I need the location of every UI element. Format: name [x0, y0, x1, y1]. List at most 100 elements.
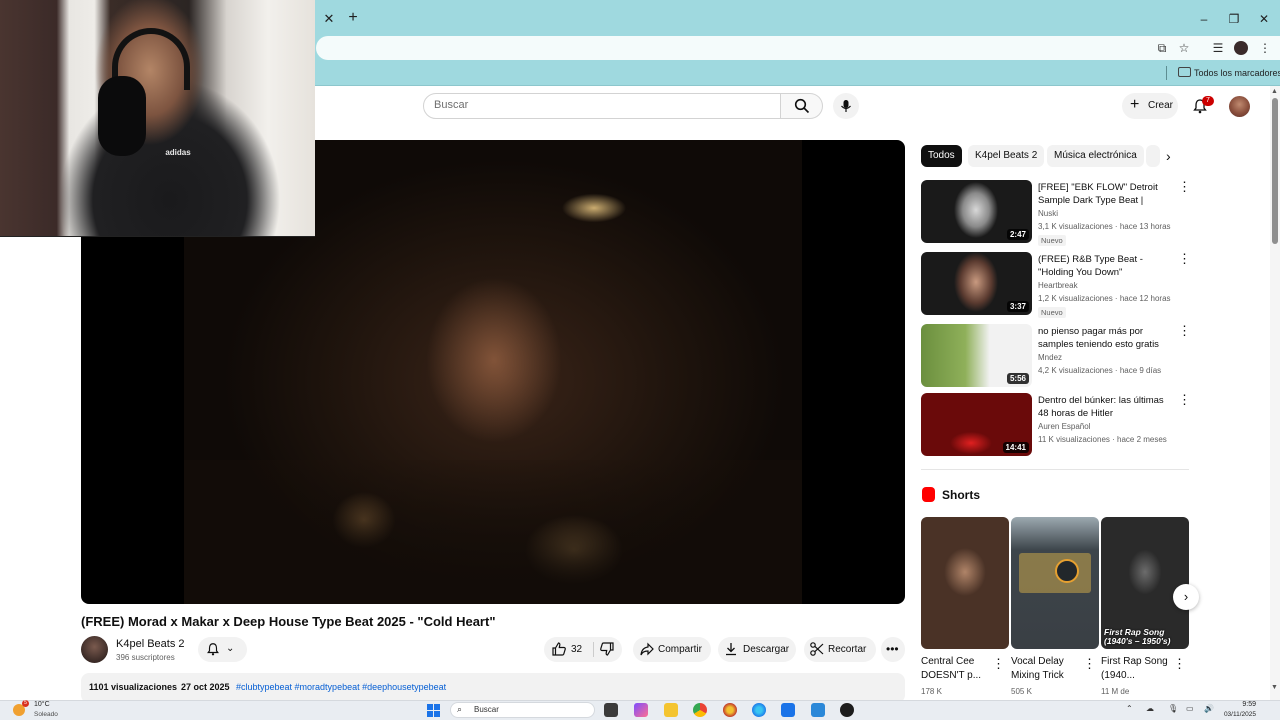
weather-temperature[interactable]: 10°C	[34, 701, 50, 708]
clock-date[interactable]: 03/11/2025	[1216, 711, 1256, 718]
duration-badge: 3:37	[1006, 301, 1029, 312]
recommendation-title[interactable]: [FREE] "EBK FLOW" Detroit Sample Dark Ty…	[1038, 181, 1174, 207]
copilot-icon[interactable]	[634, 703, 648, 717]
outlook-icon[interactable]	[811, 703, 825, 717]
screen: ✕ + – ❐ ✕ ⧉ ☆ ☰ ⋮ Todos los marcadores B…	[0, 0, 1280, 720]
notifications-count-badge: 7	[1202, 96, 1214, 106]
recommendation-item[interactable]: 14:41 Dentro del búnker: las últimas 48 …	[921, 393, 1191, 457]
like-thumb-up-icon[interactable]	[551, 641, 567, 657]
install-app-icon[interactable]: ⧉	[1154, 40, 1170, 56]
app-icon[interactable]	[723, 703, 737, 717]
chip-todos[interactable]: Todos	[921, 145, 962, 167]
voice-search-button[interactable]	[833, 93, 859, 119]
video-thumbnail[interactable]: 14:41	[921, 393, 1032, 456]
bookmark-star-icon[interactable]: ☆	[1176, 40, 1192, 56]
microphone-icon[interactable]: 🎙	[1168, 704, 1178, 713]
webcam-overlay: adidas	[0, 0, 315, 237]
chip-channel[interactable]: K4pel Beats 2	[968, 145, 1045, 167]
chrome-icon[interactable]	[693, 703, 707, 717]
create-label: Crear	[1148, 100, 1174, 111]
shirt-logo: adidas	[165, 148, 191, 157]
new-tab-button[interactable]: +	[345, 10, 361, 26]
subscription-notifications-button[interactable]: ⌄	[198, 637, 247, 662]
channel-subscriber-count: 396 suscriptores	[116, 653, 175, 662]
more-vertical-icon[interactable]: ⋮	[1178, 393, 1191, 406]
recommendation-title[interactable]: no pienso pagar más por samples teniendo…	[1038, 325, 1174, 351]
recommendation-channel[interactable]: Nuski	[1038, 209, 1058, 218]
recommendation-channel[interactable]: Auren Español	[1038, 422, 1090, 431]
video-thumbnail[interactable]: 2:47	[921, 180, 1032, 243]
edge-icon[interactable]	[752, 703, 766, 717]
chevron-right-icon[interactable]: ›	[1166, 148, 1171, 164]
new-badge: Nuevo	[1038, 235, 1066, 246]
plus-icon: +	[1130, 96, 1140, 113]
scissors-icon	[810, 642, 824, 656]
recommendation-item[interactable]: 2:47 [FREE] "EBK FLOW" Detroit Sample Da…	[921, 180, 1191, 246]
file-explorer-icon[interactable]	[664, 703, 678, 717]
channel-avatar[interactable]	[81, 636, 108, 663]
windows-start-icon[interactable]	[427, 704, 440, 717]
volume-icon[interactable]: 🔊	[1204, 704, 1214, 713]
more-vertical-icon[interactable]: ⋮	[1178, 324, 1191, 337]
more-vertical-icon[interactable]: ⋮	[992, 657, 1005, 670]
close-tab-icon[interactable]: ✕	[321, 11, 337, 27]
all-bookmarks-button[interactable]: Todos los marcadores	[1194, 68, 1280, 78]
video-thumbnail[interactable]: 5:56	[921, 324, 1032, 387]
chip-partial[interactable]	[1146, 145, 1160, 167]
scrollbar-thumb[interactable]	[1272, 98, 1278, 244]
dislike-thumb-down-icon[interactable]	[599, 641, 615, 657]
search-input[interactable]	[423, 93, 781, 119]
restore-window-icon[interactable]: ❐	[1226, 12, 1242, 26]
short-title[interactable]: Central Cee DOESN'T p...	[921, 655, 991, 683]
store-icon[interactable]	[781, 703, 795, 717]
address-bar[interactable]	[316, 36, 1280, 60]
more-vertical-icon[interactable]: ⋮	[1178, 180, 1191, 193]
scroll-down-arrow-icon[interactable]: ▼	[1271, 684, 1278, 691]
short-thumbnail[interactable]	[1011, 517, 1099, 649]
short-views: 505 K	[1011, 687, 1032, 696]
clip-label: Recortar	[828, 644, 867, 655]
taskbar-search-box[interactable]	[450, 702, 595, 718]
bell-icon	[207, 643, 219, 656]
more-vertical-icon[interactable]: ⋮	[1173, 657, 1186, 670]
recommendation-title[interactable]: (FREE) R&B Type Beat - "Holding You Down…	[1038, 253, 1174, 279]
task-view-icon[interactable]	[604, 703, 618, 717]
video-thumbnail[interactable]: 3:37	[921, 252, 1032, 315]
more-vertical-icon[interactable]: ⋮	[1083, 657, 1096, 670]
chip-electronic-music[interactable]: Música electrónica	[1047, 145, 1144, 167]
new-badge: Nuevo	[1038, 307, 1066, 318]
browser-menu-icon[interactable]: ⋮	[1257, 40, 1273, 56]
shorts-next-arrow-icon[interactable]: ›	[1173, 584, 1199, 610]
recommendation-title[interactable]: Dentro del búnker: las últimas 48 horas …	[1038, 394, 1174, 420]
short-views: 178 K	[921, 687, 942, 696]
channel-name[interactable]: K4pel Beats 2	[116, 638, 185, 650]
app-icon[interactable]	[840, 703, 854, 717]
recommendation-channel[interactable]: Mndez	[1038, 353, 1062, 362]
recommendation-item[interactable]: 5:56 no pienso pagar más por samples ten…	[921, 324, 1191, 388]
search-icon	[794, 98, 810, 114]
search-button[interactable]	[781, 93, 823, 119]
account-avatar[interactable]	[1229, 96, 1250, 117]
short-thumbnail[interactable]	[921, 517, 1009, 649]
share-arrow-icon	[640, 642, 654, 656]
short-views: 11 M de	[1101, 687, 1130, 696]
close-window-icon[interactable]: ✕	[1256, 12, 1272, 26]
browser-profile-avatar[interactable]	[1234, 41, 1248, 55]
download-label: Descargar	[743, 644, 790, 655]
recommendation-item[interactable]: 3:37 (FREE) R&B Type Beat - "Holding You…	[921, 252, 1191, 318]
short-title[interactable]: Vocal Delay Mixing Trick	[1011, 655, 1081, 683]
short-title[interactable]: First Rap Song (1940...	[1101, 655, 1171, 683]
reading-list-icon[interactable]: ☰	[1210, 40, 1226, 56]
clock-time[interactable]: 9:59	[1226, 701, 1256, 708]
section-divider	[921, 469, 1189, 470]
upload-date: 27 oct 2025	[181, 682, 230, 692]
more-vertical-icon[interactable]: ⋮	[1178, 252, 1191, 265]
recommendation-channel[interactable]: Heartbreak	[1038, 281, 1078, 290]
hashtags-link[interactable]: #clubtypebeat #moradtypebeat #deephouset…	[236, 682, 446, 692]
network-icon[interactable]: ▭	[1186, 704, 1194, 713]
minimize-window-icon[interactable]: –	[1196, 12, 1212, 26]
cloud-icon[interactable]: ☁	[1146, 704, 1154, 713]
chevron-down-icon: ⌄	[226, 643, 235, 654]
scroll-up-arrow-icon[interactable]: ▲	[1271, 88, 1278, 95]
chevron-up-icon[interactable]: ⌃	[1126, 704, 1133, 713]
